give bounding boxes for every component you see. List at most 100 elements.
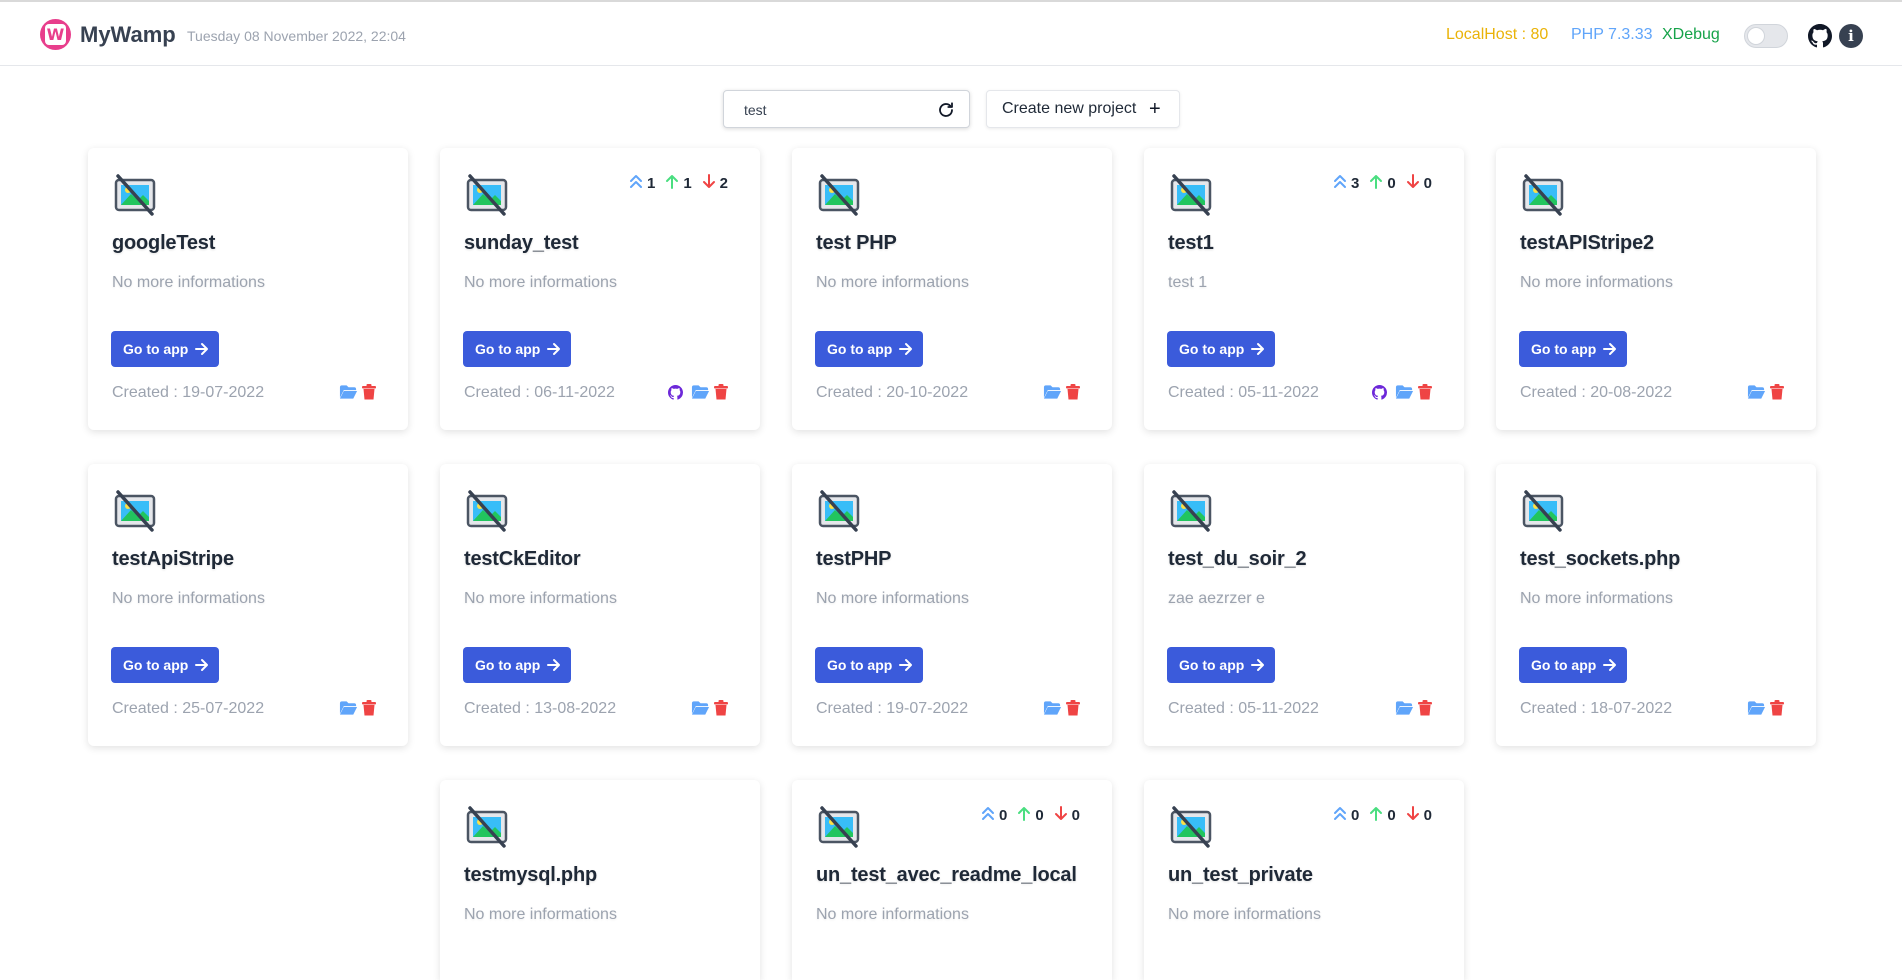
project-card: test_sockets.php No more informations Go t… [1496,464,1816,746]
folder-open-icon[interactable] [1043,700,1062,716]
created-date: Created : 06-11-2022 [464,384,615,401]
created-date: Created : 19-07-2022 [112,384,265,401]
card-actions [1043,700,1080,716]
image-placeholder-icon [1170,490,1212,532]
xdebug-label: XDebug [1662,26,1720,43]
folder-open-icon[interactable] [691,700,710,716]
create-project-button[interactable]: Create new project + [986,90,1180,128]
card-actions [339,384,376,400]
go-to-app-label: Go to app [1179,341,1245,357]
go-to-app-label: Go to app [1531,341,1597,357]
pull-count: 2 [719,175,728,192]
github-icon[interactable] [1372,384,1387,400]
go-to-app-button[interactable]: Go to app [1167,647,1275,683]
image-placeholder-icon [818,174,860,216]
trash-icon[interactable] [714,700,728,716]
arrow-right-icon [1251,658,1265,672]
info-icon[interactable]: i [1839,24,1863,48]
go-to-app-button[interactable]: Go to app [111,647,219,683]
folder-open-icon[interactable] [339,700,358,716]
go-to-app-label: Go to app [123,341,189,357]
created-date: Created : 19-07-2022 [816,700,969,717]
refresh-icon[interactable] [937,101,955,119]
search-input[interactable] [744,101,934,119]
image-placeholder-icon [466,490,508,532]
commits-ahead-icon [981,806,995,825]
folder-open-icon[interactable] [1747,700,1766,716]
trash-icon[interactable] [1066,700,1080,716]
arrow-right-icon [1603,658,1617,672]
go-to-app-label: Go to app [827,341,893,357]
trash-icon[interactable] [362,700,376,716]
project-description: No more informations [1168,906,1321,923]
folder-open-icon[interactable] [339,384,358,400]
trash-icon[interactable] [1770,384,1784,400]
search-box [723,90,970,128]
project-description: zae aezrzer e [1168,590,1265,607]
project-card: testCkEditor No more informations Go to ap… [440,464,760,746]
go-to-app-label: Go to app [1179,657,1245,673]
arrow-down-icon [702,174,716,193]
card-actions [691,700,728,716]
created-date: Created : 25-07-2022 [112,700,265,717]
commits-ahead-count: 1 [646,175,656,192]
folder-open-icon[interactable] [1747,384,1766,400]
created-date: Created : 13-08-2022 [464,700,617,717]
app-title[interactable]: MyWamp [80,22,176,48]
project-card: 0 0 0 un_test_avec_readme_local No more info… [792,780,1112,980]
trash-icon[interactable] [1418,384,1432,400]
folder-open-icon[interactable] [1395,384,1414,400]
project-title: googleTest [112,232,216,254]
image-placeholder-icon [466,806,508,848]
folder-open-icon[interactable] [1395,700,1414,716]
image-placeholder-icon [1522,174,1564,216]
arrow-right-icon [1251,342,1265,356]
project-description: test 1 [1168,274,1208,291]
trash-icon[interactable] [1418,700,1432,716]
project-card: test_du_soir_2 zae aezrzer e Go to app Crea… [1144,464,1464,746]
go-to-app-button[interactable]: Go to app [1167,331,1275,367]
trash-icon[interactable] [1770,700,1784,716]
git-stats: 3 0 0 [1333,174,1432,193]
image-placeholder-icon [114,174,156,216]
go-to-app-button[interactable]: Go to app [463,647,571,683]
project-title: testPHP [816,548,892,570]
go-to-app-button[interactable]: Go to app [111,331,219,367]
trash-icon[interactable] [1066,384,1080,400]
folder-open-icon[interactable] [691,384,710,400]
git-stats: 0 0 0 [981,806,1080,825]
php-version[interactable]: PHP 7.3.33 [1571,26,1653,44]
project-description: No more informations [112,274,265,291]
pull-count: 0 [1423,175,1432,192]
commits-ahead-count: 0 [1350,807,1360,824]
image-placeholder-icon [1170,806,1212,848]
project-description: No more informations [1520,274,1673,291]
git-stats: 0 0 0 [1333,806,1432,825]
trash-icon[interactable] [362,384,376,400]
created-date: Created : 20-10-2022 [816,384,969,401]
localhost-port[interactable]: LocalHost : 80 [1446,26,1548,44]
created-date: Created : 05-11-2022 [1168,384,1319,401]
push-count: 0 [1387,175,1396,192]
go-to-app-button[interactable]: Go to app [1519,331,1627,367]
project-description: No more informations [464,906,617,923]
arrow-down-icon [1406,806,1420,825]
trash-icon[interactable] [714,384,728,400]
github-icon[interactable] [1808,24,1832,48]
arrow-right-icon [195,658,209,672]
commits-ahead-count: 0 [998,807,1008,824]
github-icon[interactable] [668,384,683,400]
project-title: testApiStripe [112,548,234,570]
go-to-app-button[interactable]: Go to app [815,331,923,367]
go-to-app-button[interactable]: Go to app [1519,647,1627,683]
folder-open-icon[interactable] [1043,384,1062,400]
image-placeholder-icon [114,490,156,532]
image-placeholder-icon [818,806,860,848]
xdebug-toggle[interactable] [1744,24,1788,48]
arrow-right-icon [195,342,209,356]
card-actions [1747,384,1784,400]
logo-icon[interactable]: W [40,19,71,50]
go-to-app-button[interactable]: Go to app [815,647,923,683]
project-title: un_test_private [1168,864,1313,886]
go-to-app-button[interactable]: Go to app [463,331,571,367]
